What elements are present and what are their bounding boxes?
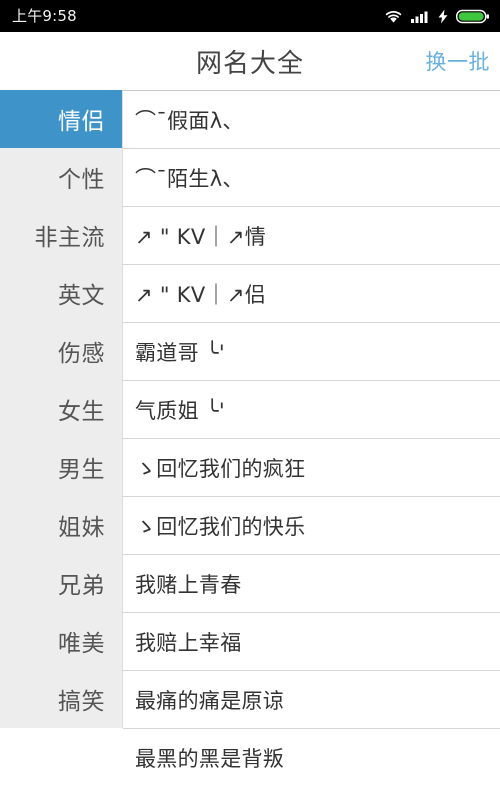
sidebar-item-label: 英文	[58, 283, 105, 309]
list-item-label: 最痛的痛是原谅	[135, 688, 285, 713]
list-item-label: ⌒ˉ陌生λ、	[135, 166, 244, 191]
sidebar-item-label: 唯美	[58, 631, 105, 657]
sidebar-item-label: 女生	[58, 399, 105, 425]
sidebar-item-label: 个性	[58, 167, 105, 193]
sidebar-item-label: 伤感	[58, 341, 105, 367]
app-header: 网名大全 换一批	[0, 32, 500, 90]
category-sidebar[interactable]: 情侣个性非主流英文伤感女生男生姐妹兄弟唯美搞笑	[0, 90, 123, 728]
list-item[interactable]: ↗ " KV｜↗情	[123, 207, 500, 265]
list-item[interactable]: ↗ " KV｜↗侣	[123, 265, 500, 323]
wifi-icon	[384, 9, 403, 24]
sidebar-item-label: 兄弟	[58, 573, 105, 599]
nickname-list[interactable]: ⌒ˉ假面λ、 ⌒ˉ陌生λ、 ↗ " KV｜↗情 ↗ " KV｜↗侣 霸道哥 ╰' 气质姐 …	[123, 90, 500, 787]
list-item-label: 气质姐 ╰'	[135, 398, 225, 423]
list-item-label: 我赔上幸福	[135, 630, 242, 655]
list-item[interactable]: 最黑的黑是背叛	[123, 729, 500, 787]
sidebar-item-1[interactable]: 个性	[0, 148, 122, 206]
sidebar-item-label: 姐妹	[58, 515, 105, 541]
charging-bolt-icon	[438, 9, 448, 24]
sidebar-item-9[interactable]: 唯美	[0, 612, 122, 670]
cellular-signal-icon	[411, 9, 430, 24]
sidebar-item-2[interactable]: 非主流	[0, 206, 122, 264]
list-item-label: 我赌上青春	[135, 572, 242, 597]
sidebar-item-label: 搞笑	[58, 689, 105, 715]
sidebar-item-5[interactable]: 女生	[0, 380, 122, 438]
sidebar-item-7[interactable]: 姐妹	[0, 496, 122, 554]
list-item-label: ↗ " KV｜↗侣	[135, 282, 267, 307]
list-item-label: ゝ回忆我们的快乐	[135, 514, 306, 539]
sidebar-item-label: 非主流	[34, 225, 105, 251]
sidebar-item-4[interactable]: 伤感	[0, 322, 122, 380]
sidebar-item-8[interactable]: 兄弟	[0, 554, 122, 612]
refresh-batch-button[interactable]: 换一批	[426, 46, 491, 76]
content-area: 情侣个性非主流英文伤感女生男生姐妹兄弟唯美搞笑 ⌒ˉ假面λ、 ⌒ˉ陌生λ、 ↗ " …	[0, 90, 500, 800]
page-title: 网名大全	[195, 48, 304, 79]
list-item-label: ↗ " KV｜↗情	[135, 224, 267, 249]
list-item[interactable]: ゝ回忆我们的快乐	[123, 497, 500, 555]
status-bar-icons	[384, 9, 490, 24]
list-item[interactable]: 霸道哥 ╰'	[123, 323, 500, 381]
battery-icon	[456, 9, 490, 24]
list-item[interactable]: 最痛的痛是原谅	[123, 671, 500, 729]
sidebar-item-6[interactable]: 男生	[0, 438, 122, 496]
list-item[interactable]: ⌒ˉ假面λ、	[123, 91, 500, 149]
list-item[interactable]: 气质姐 ╰'	[123, 381, 500, 439]
sidebar-item-label: 情侣	[58, 109, 105, 135]
list-item[interactable]: ⌒ˉ陌生λ、	[123, 149, 500, 207]
list-item[interactable]: ゝ回忆我们的疯狂	[123, 439, 500, 497]
sidebar-item-0[interactable]: 情侣	[0, 90, 122, 148]
list-item-label: 霸道哥 ╰'	[135, 340, 225, 365]
list-item-label: ⌒ˉ假面λ、	[135, 108, 244, 133]
sidebar-item-3[interactable]: 英文	[0, 264, 122, 322]
sidebar-item-10[interactable]: 搞笑	[0, 670, 122, 728]
app-screen: 上午9:58 网名大全 换一批 情侣 个性 非主流 英文 伤感 女生 男生 姐妹…	[0, 0, 500, 800]
list-item[interactable]: 我赔上幸福	[123, 613, 500, 671]
sidebar-item-label: 男生	[58, 457, 105, 483]
status-bar: 上午9:58	[0, 0, 500, 32]
list-item-label: 最黑的黑是背叛	[135, 747, 285, 771]
status-bar-time: 上午9:58	[12, 6, 77, 25]
list-item[interactable]: 我赌上青春	[123, 555, 500, 613]
list-item-label: ゝ回忆我们的疯狂	[135, 456, 306, 481]
